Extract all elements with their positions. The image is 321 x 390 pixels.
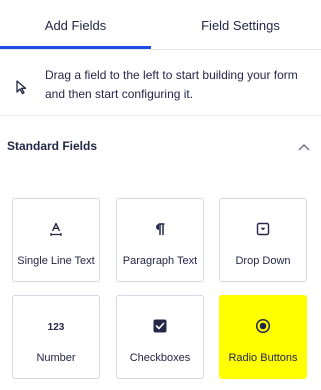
chevron-up-icon[interactable] xyxy=(297,140,311,154)
tab-bar-border xyxy=(0,49,321,50)
tab-field-settings-label: Field Settings xyxy=(201,17,280,33)
field-radio-buttons[interactable]: Radio Buttons xyxy=(219,295,307,379)
checkbox-icon xyxy=(152,318,168,334)
radio-icon xyxy=(255,318,271,334)
field-checkboxes[interactable]: Checkboxes xyxy=(116,295,204,379)
field-single-line-text[interactable]: Single Line Text xyxy=(12,198,100,282)
field-label: Drop Down xyxy=(235,255,291,267)
hint-text: Drag a field to the left to start buildi… xyxy=(45,68,298,101)
field-label: Single Line Text xyxy=(17,255,95,267)
tab-add-fields[interactable]: Add Fields xyxy=(0,0,151,50)
dropdown-icon xyxy=(255,221,271,237)
paragraph-icon xyxy=(152,221,168,237)
tab-field-settings[interactable]: Field Settings xyxy=(160,0,321,50)
svg-text:123: 123 xyxy=(48,322,65,333)
section-divider xyxy=(0,115,321,116)
field-label: Number xyxy=(36,352,76,364)
field-drop-down[interactable]: Drop Down xyxy=(219,198,307,282)
tab-add-fields-label: Add Fields xyxy=(44,17,107,33)
number-icon: 123 xyxy=(45,318,67,334)
field-number[interactable]: 123 Number xyxy=(12,295,100,379)
section-title: Standard Fields xyxy=(7,139,98,153)
field-paragraph-text[interactable]: Paragraph Text xyxy=(116,198,204,282)
field-label: Checkboxes xyxy=(129,352,191,364)
field-label: Paragraph Text xyxy=(122,255,198,267)
cursor-arrow-icon xyxy=(16,80,27,95)
tab-bar: Add Fields Field Settings xyxy=(0,0,321,50)
text-cursor-icon xyxy=(48,221,64,237)
field-label: Radio Buttons xyxy=(228,352,298,364)
